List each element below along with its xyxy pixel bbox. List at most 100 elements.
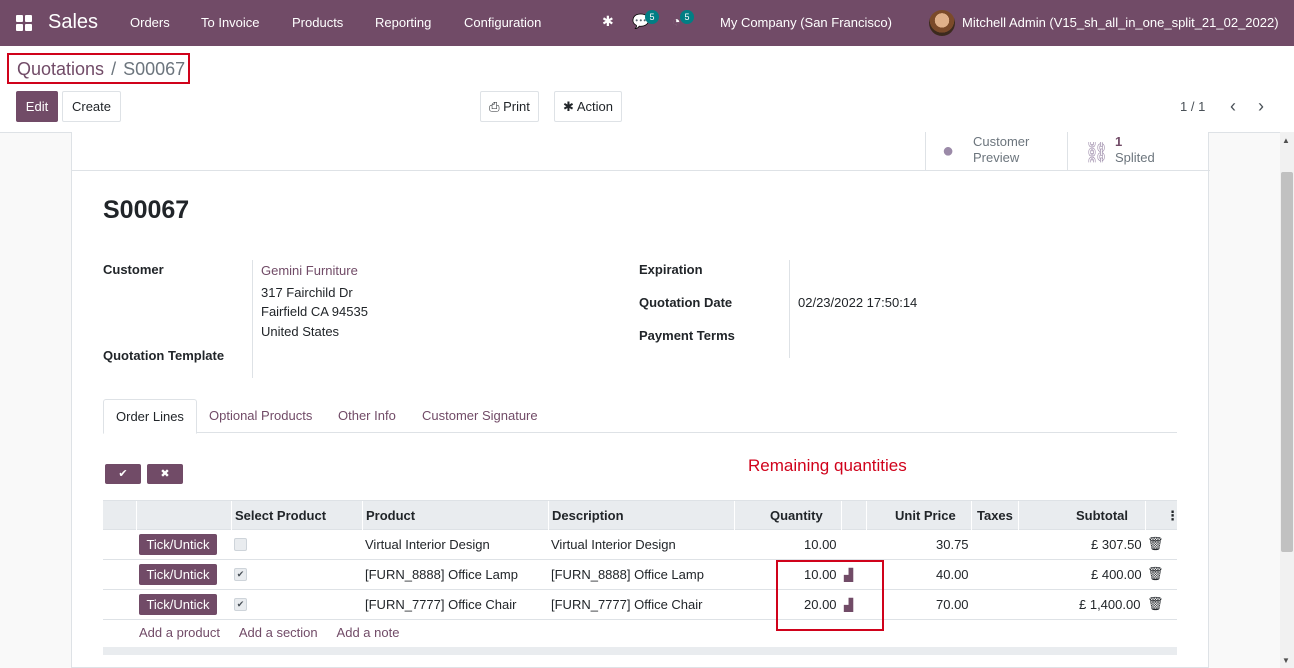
tab-optional-products[interactable]: Optional Products bbox=[197, 399, 324, 433]
col-separator bbox=[1145, 501, 1146, 531]
user-avatar[interactable] bbox=[929, 10, 955, 36]
table-row[interactable]: Tick/Untick ✔ [FURN_8888] Office Lamp [F… bbox=[103, 560, 1177, 590]
close-icon: ✖ bbox=[160, 468, 170, 480]
unit-price-cell[interactable]: 40.00 bbox=[936, 567, 969, 582]
header-unit-price[interactable]: Unit Price bbox=[895, 508, 956, 523]
payment-terms-label: Payment Terms bbox=[639, 328, 735, 343]
company-switcher[interactable]: My Company (San Francisco) bbox=[720, 15, 892, 30]
address-line-1: 317 Fairchild Dr bbox=[261, 285, 353, 300]
scrollbar[interactable]: ▲ ▼ bbox=[1280, 132, 1294, 668]
breadcrumb-separator: / bbox=[111, 59, 117, 79]
add-note-link[interactable]: Add a note bbox=[337, 625, 400, 640]
customer-preview-button[interactable]: ● Customer Preview bbox=[925, 132, 1067, 170]
notebook-tabs: Order Lines Optional Products Other Info… bbox=[103, 399, 1177, 434]
product-cell[interactable]: [FURN_8888] Office Lamp bbox=[365, 567, 518, 582]
tab-other-info[interactable]: Other Info bbox=[326, 399, 408, 433]
pager-next-icon[interactable]: › bbox=[1258, 96, 1264, 117]
apps-menu-icon[interactable] bbox=[16, 15, 33, 32]
quotation-date-label: Quotation Date bbox=[639, 295, 733, 310]
activities-count-badge: 5 bbox=[680, 10, 694, 24]
col-separator bbox=[136, 501, 137, 531]
col-separator bbox=[548, 501, 549, 531]
create-button[interactable]: Create bbox=[62, 91, 121, 122]
edit-button[interactable]: Edit bbox=[16, 91, 58, 122]
subtotal-cell: £ 1,400.00 bbox=[1079, 597, 1141, 612]
address-line-3: United States bbox=[261, 324, 340, 339]
menu-configuration[interactable]: Configuration bbox=[464, 15, 541, 30]
col-separator bbox=[362, 501, 363, 531]
product-cell[interactable]: Virtual Interior Design bbox=[365, 537, 490, 552]
split-orders-button[interactable]: ⛓ 1 Splited bbox=[1067, 132, 1210, 170]
description-cell[interactable]: Virtual Interior Design bbox=[551, 537, 676, 552]
breadcrumb-quotations-link[interactable]: Quotations bbox=[17, 59, 104, 79]
col-separator bbox=[734, 501, 735, 531]
product-cell[interactable]: [FURN_7777] Office Chair bbox=[365, 597, 517, 612]
col-separator bbox=[231, 501, 232, 531]
quotation-template-label: Quotation Template bbox=[103, 348, 225, 363]
tab-order-lines[interactable]: Order Lines bbox=[103, 399, 197, 434]
unit-price-cell[interactable]: 30.75 bbox=[936, 537, 969, 552]
table-row[interactable]: Tick/Untick Virtual Interior Design Virt… bbox=[103, 530, 1177, 560]
description-cell[interactable]: [FURN_7777] Office Chair bbox=[551, 597, 703, 612]
gear-icon: ✱ bbox=[563, 99, 574, 114]
top-navbar: Sales Orders To Invoice Products Reporti… bbox=[0, 0, 1294, 46]
user-menu[interactable]: Mitchell Admin (V15_sh_all_in_one_split_… bbox=[962, 15, 1279, 30]
preview-label-2: Preview bbox=[973, 150, 1020, 165]
tick-untick-button[interactable]: Tick/Untick bbox=[139, 594, 217, 615]
remaining-quantities-highlight bbox=[776, 560, 884, 631]
print-label: Print bbox=[503, 99, 530, 114]
trash-icon[interactable]: 🗑 bbox=[1147, 566, 1164, 582]
col-separator bbox=[841, 501, 842, 531]
header-taxes[interactable]: Taxes bbox=[977, 508, 1013, 523]
header-subtotal[interactable]: Subtotal bbox=[1076, 508, 1128, 523]
action-button[interactable]: ✱ Action bbox=[554, 91, 622, 122]
header-description[interactable]: Description bbox=[552, 508, 624, 523]
add-product-link[interactable]: Add a product bbox=[139, 625, 220, 640]
header-quantity[interactable]: Quantity bbox=[770, 508, 823, 523]
table-footer bbox=[103, 647, 1177, 655]
scroll-up-icon[interactable]: ▲ bbox=[1282, 136, 1290, 145]
order-lines-header: Select Product Product Description Quant… bbox=[103, 500, 1179, 531]
untick-all-button[interactable]: ✖ bbox=[147, 464, 183, 484]
unit-price-cell[interactable]: 70.00 bbox=[936, 597, 969, 612]
tick-all-button[interactable]: ✔ bbox=[105, 464, 141, 484]
subtotal-cell: £ 307.50 bbox=[1091, 537, 1142, 552]
pager-value[interactable]: 1 / 1 bbox=[1180, 99, 1205, 114]
select-product-checkbox[interactable]: ✔ bbox=[234, 598, 247, 611]
breadcrumb: Quotations / S00067 bbox=[7, 53, 190, 84]
print-button[interactable]: ⎙ Print bbox=[480, 91, 539, 122]
trash-icon[interactable]: 🗑 bbox=[1147, 536, 1164, 552]
smart-button-box: ● Customer Preview ⛓ 1 Splited bbox=[72, 132, 1210, 171]
scrollbar-thumb[interactable] bbox=[1281, 172, 1293, 552]
tick-untick-button[interactable]: Tick/Untick bbox=[139, 534, 217, 555]
col-separator bbox=[971, 501, 972, 531]
select-product-checkbox[interactable]: ✔ bbox=[234, 568, 247, 581]
tab-customer-signature[interactable]: Customer Signature bbox=[410, 399, 550, 433]
optional-columns-icon[interactable]: ⋮ bbox=[1166, 508, 1179, 524]
subtotal-cell: £ 400.00 bbox=[1091, 567, 1142, 582]
table-row[interactable]: Tick/Untick ✔ [FURN_7777] Office Chair [… bbox=[103, 590, 1177, 620]
add-section-link[interactable]: Add a section bbox=[239, 625, 318, 640]
unlink-icon: ⛓ bbox=[1084, 142, 1110, 164]
menu-to-invoice[interactable]: To Invoice bbox=[201, 15, 260, 30]
header-select-product[interactable]: Select Product bbox=[235, 508, 326, 523]
menu-products[interactable]: Products bbox=[292, 15, 343, 30]
menu-reporting[interactable]: Reporting bbox=[375, 15, 431, 30]
app-name[interactable]: Sales bbox=[48, 11, 98, 34]
split-count: 1 bbox=[1115, 134, 1123, 149]
field-divider-right bbox=[789, 260, 790, 358]
scroll-down-icon[interactable]: ▼ bbox=[1282, 656, 1290, 665]
customer-label: Customer bbox=[103, 262, 164, 277]
col-separator bbox=[1018, 501, 1019, 531]
menu-orders[interactable]: Orders bbox=[130, 15, 170, 30]
description-cell[interactable]: [FURN_8888] Office Lamp bbox=[551, 567, 704, 582]
tick-untick-button[interactable]: Tick/Untick bbox=[139, 564, 217, 585]
select-product-checkbox[interactable] bbox=[234, 538, 247, 551]
trash-icon[interactable]: 🗑 bbox=[1147, 596, 1164, 612]
header-product[interactable]: Product bbox=[366, 508, 415, 523]
expiration-label: Expiration bbox=[639, 262, 703, 277]
quantity-cell[interactable]: 10.00 bbox=[804, 537, 837, 552]
debug-bug-icon[interactable]: ✱ bbox=[602, 13, 614, 30]
customer-link[interactable]: Gemini Furniture bbox=[261, 263, 358, 278]
pager-previous-icon[interactable]: ‹ bbox=[1230, 96, 1236, 117]
